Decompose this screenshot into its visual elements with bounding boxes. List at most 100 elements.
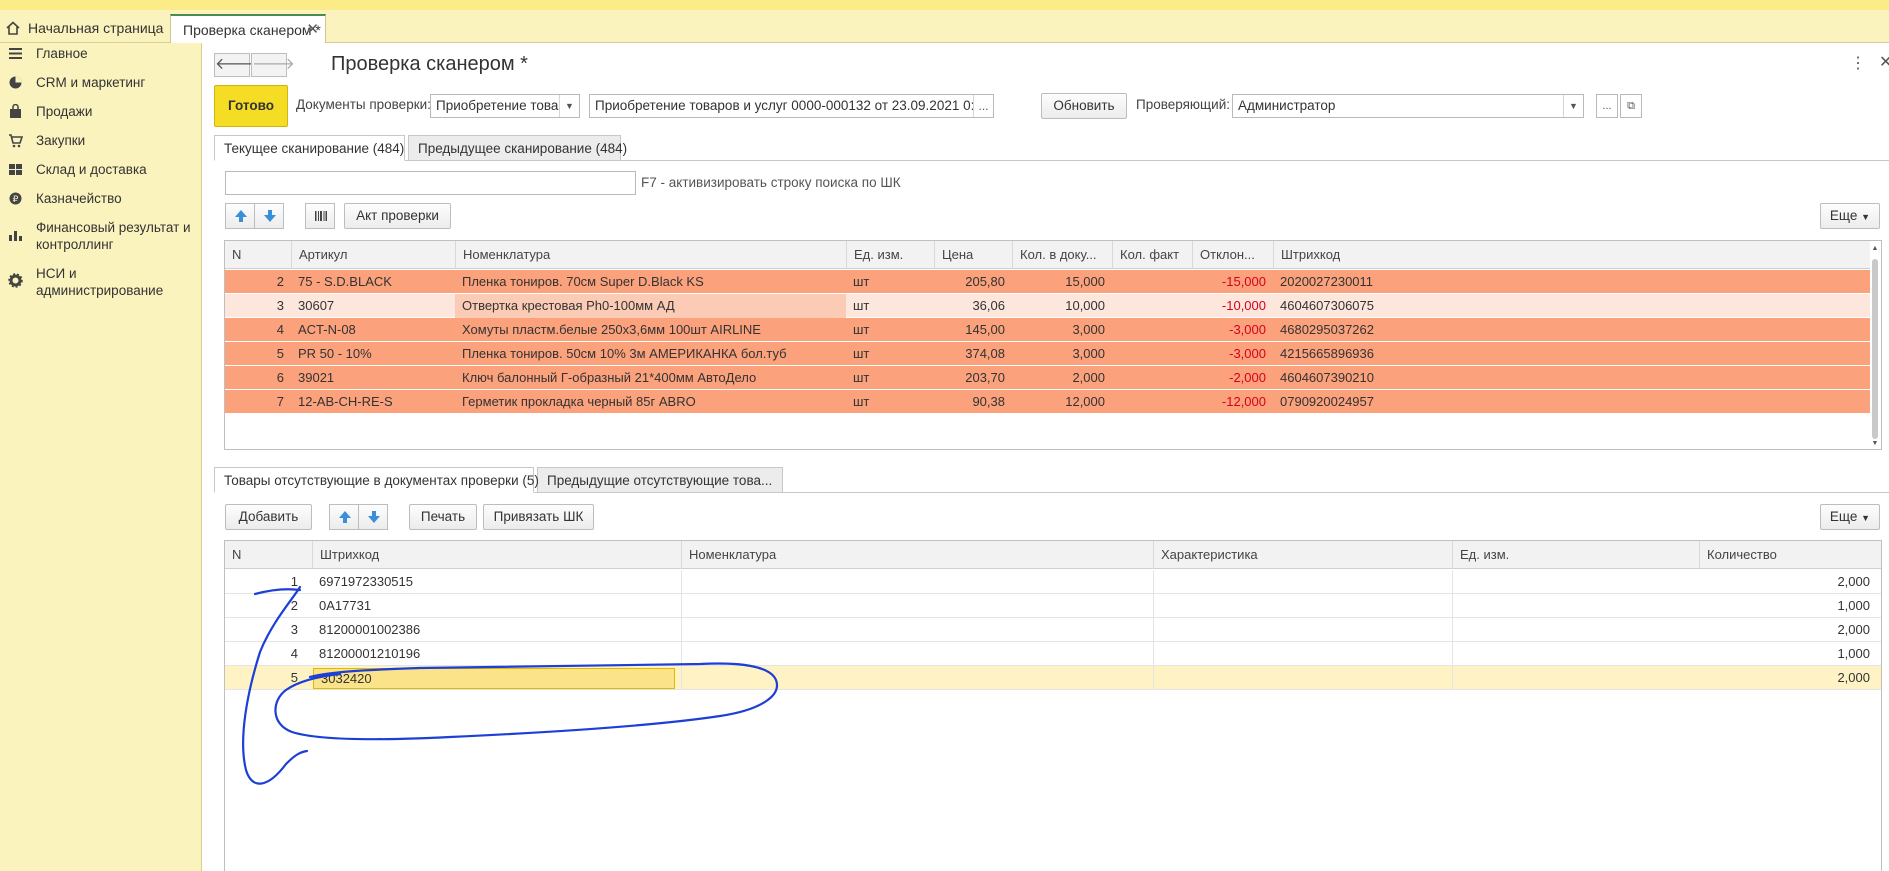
table-row[interactable]: 5 PR 50 - 10% Пленка тониров. 50см 10% 3м … [225,342,1870,366]
sidebar-item-crm[interactable]: CRM и маркетинг [0,74,200,91]
back-button[interactable]: 🡐 [214,53,258,77]
cell-art[interactable]: PR 50 - 10% [291,342,455,366]
cell-quantity[interactable]: 2,000 [1699,618,1877,642]
col-article[interactable]: Артикул [291,241,455,269]
table-row[interactable]: 2 75 - S.D.BLACK Пленка тониров. 70см Supe… [225,270,1870,294]
move-up-button[interactable] [329,504,359,530]
cell-art[interactable]: 39021 [291,366,455,390]
cell-name[interactable]: Ключ балонный Г-образный 21*400мм АвтоДе… [455,366,846,390]
ellipsis-icon[interactable]: ... [973,95,993,117]
cell-n[interactable]: 5 [225,342,291,366]
cell-n[interactable]: 4 [225,318,291,342]
table-row[interactable]: 3 30607 Отвертка крестовая Ph0-100мм АД шт 3… [225,294,1870,318]
col-nomenclature[interactable]: Номенклатура [455,241,846,269]
cell-dev[interactable]: -12,000 [1192,390,1273,414]
cell-n[interactable]: 2 [225,270,291,294]
cell-barcode[interactable]: 81200001002386 [312,618,681,642]
cell-barcode[interactable]: 6971972330515 [312,570,681,594]
sidebar-item-purchases[interactable]: Закупки [0,132,200,149]
scroll-down-icon[interactable]: ▼ [1870,440,1880,447]
tab-missing-goods[interactable]: Товары отсутствующие в документах провер… [214,467,539,493]
table-row[interactable]: 7 12-AB-CH-RE-S Герметик прокладка черный … [225,390,1870,414]
table-row[interactable]: 4 81200001210196 1,000 [225,642,1881,666]
close-icon[interactable]: ✕ [1879,52,1889,72]
col-barcode[interactable]: Штрихкод [1273,241,1870,269]
doc-type-select[interactable]: Приобретение товаров ▼ [430,94,580,118]
cell-quantity[interactable]: 1,000 [1699,594,1877,618]
cell-art[interactable]: 30607 [291,294,455,318]
cell-barcode[interactable]: 4215665896936 [1273,342,1870,366]
tab-previous-missing[interactable]: Предыдущие отсутствующие това... [537,467,783,493]
cell-n[interactable]: 7 [225,390,291,414]
cell-barcode[interactable]: 0790920024957 [1273,390,1870,414]
cell-barcode[interactable]: 0A17731 [312,594,681,618]
col-price[interactable]: Цена [934,241,1012,269]
col-barcode[interactable]: Штрихкод [312,541,681,569]
col-characteristic[interactable]: Характеристика [1153,541,1452,569]
cell-quantity[interactable]: 2,000 [1699,570,1877,594]
cell-fact[interactable] [1112,270,1192,294]
cell-name[interactable]: Герметик прокладка черный 85г ABRO [455,390,846,414]
cell-price[interactable]: 90,38 [934,390,1012,414]
cell-barcode[interactable]: 4604607390210 [1273,366,1870,390]
cell-barcode[interactable]: 81200001210196 [312,642,681,666]
col-unit[interactable]: Ед. изм. [1452,541,1699,569]
scroll-up-icon[interactable]: ▲ [1870,245,1880,252]
cell-name[interactable]: Отвертка крестовая Ph0-100мм АД [455,294,846,318]
table-row[interactable]: 3 81200001002386 2,000 [225,618,1881,642]
cell-dev[interactable]: -2,000 [1192,366,1273,390]
doc-select-input[interactable]: Приобретение товаров и услуг 0000-000132… [589,94,994,118]
cell-fact[interactable] [1112,318,1192,342]
cell-qty[interactable]: 12,000 [1012,390,1112,414]
cell-qty[interactable]: 2,000 [1012,366,1112,390]
cell-dev[interactable]: -3,000 [1192,318,1273,342]
barcode-scan-button[interactable] [305,203,335,229]
cell-art[interactable]: 12-AB-CH-RE-S [291,390,455,414]
cell-price[interactable]: 36,06 [934,294,1012,318]
vertical-scrollbar[interactable]: ▲ ▼ [1870,245,1880,447]
checker-ellipsis-button[interactable]: ... [1596,94,1618,118]
move-up-button[interactable] [225,203,255,229]
cell-barcode[interactable]: 4604607306075 [1273,294,1870,318]
sidebar-item-admin[interactable]: НСИ и администрирование [0,265,180,299]
more-button[interactable]: Еще ▼ [1820,203,1880,229]
cell-price[interactable]: 374,08 [934,342,1012,366]
sidebar-item-treasury[interactable]: ₽ Казначейство [0,190,200,207]
tab-scanner-check[interactable]: Проверка сканером * ✕ [170,14,326,43]
close-tab-icon[interactable]: ✕ [306,16,319,44]
add-button[interactable]: Добавить [225,504,312,530]
cell-n[interactable]: 3 [225,294,291,318]
cell-name[interactable]: Хомуты пластм.белые 250х3,6мм 100шт AIRL… [455,318,846,342]
act-button[interactable]: Акт проверки [344,203,451,229]
col-n[interactable]: N [225,541,312,569]
chevron-down-icon[interactable]: ▼ [559,95,579,117]
checker-select[interactable]: Администратор ▼ [1232,94,1584,118]
bind-barcode-button[interactable]: Привязать ШК [483,504,594,530]
cell-price[interactable]: 203,70 [934,366,1012,390]
col-quantity[interactable]: Количество [1699,541,1881,569]
cell-fact[interactable] [1112,366,1192,390]
cell-unit[interactable]: шт [846,390,934,414]
cell-art[interactable]: ACT-N-08 [291,318,455,342]
cell-qty[interactable]: 3,000 [1012,342,1112,366]
cell-unit[interactable]: шт [846,318,934,342]
sidebar-item-sales[interactable]: Продажи [0,103,200,120]
cell-n[interactable]: 5 [225,666,305,690]
sidebar-item-warehouse[interactable]: Склад и доставка [0,161,200,178]
col-deviation[interactable]: Отклон... [1192,241,1273,269]
table-row[interactable]: 6 39021 Ключ балонный Г-образный 21*400мм … [225,366,1870,390]
more-vert-icon[interactable]: ⋮ [1850,53,1866,73]
cell-unit[interactable]: шт [846,366,934,390]
cell-n[interactable]: 3 [225,618,305,642]
more-button[interactable]: Еще ▼ [1820,504,1880,530]
sidebar-item-main[interactable]: Главное [0,45,200,62]
table-row[interactable]: 5 3032420 2,000 [225,666,1881,690]
cell-n[interactable]: 4 [225,642,305,666]
barcode-search-input[interactable] [225,171,636,195]
col-n[interactable]: N [225,241,291,269]
open-icon[interactable]: ⧉ [1620,94,1642,118]
cell-fact[interactable] [1112,342,1192,366]
chevron-down-icon[interactable]: ▼ [1563,95,1583,117]
table-row[interactable]: 2 0A17731 1,000 [225,594,1881,618]
done-button[interactable]: Готово [214,85,288,127]
